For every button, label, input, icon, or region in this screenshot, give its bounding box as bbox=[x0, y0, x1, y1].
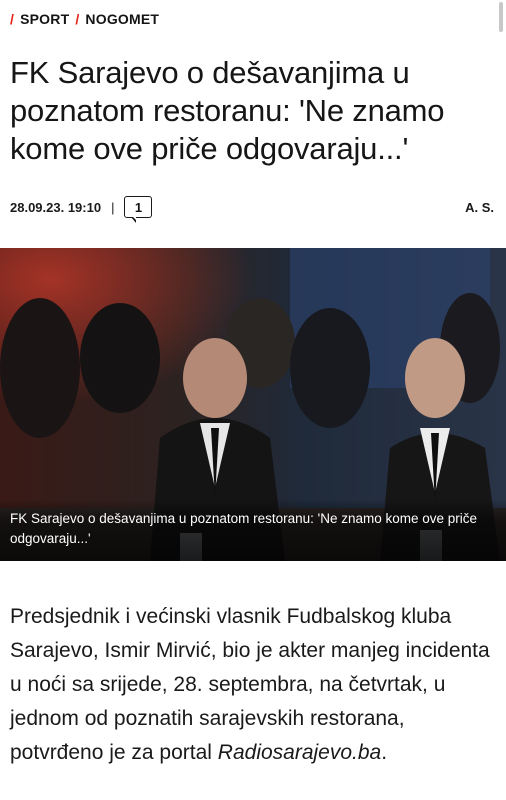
scrollbar[interactable] bbox=[499, 2, 503, 32]
source-link[interactable]: Radiosarajevo.ba bbox=[218, 741, 381, 764]
breadcrumb-separator: / bbox=[10, 11, 15, 27]
article-body: Predsjednik i većinski vlasnik Fudbalsko… bbox=[10, 600, 496, 770]
article-meta: 28.09.23. 19:10 | 1 A. S. bbox=[10, 192, 494, 223]
comment-bubble-icon[interactable]: 1 bbox=[124, 196, 153, 223]
breadcrumb-item-sport[interactable]: SPORT bbox=[20, 11, 69, 27]
article-body-end: . bbox=[381, 741, 388, 764]
publish-date: 28.09.23. 19:10 bbox=[10, 199, 102, 215]
meta-divider: | bbox=[111, 199, 115, 215]
breadcrumb: / SPORT / NOGOMET bbox=[10, 11, 159, 27]
article-title: FK Sarajevo o dešavanjima u poznatom res… bbox=[10, 55, 445, 166]
image-caption: FK Sarajevo o dešavanjima u poznatom res… bbox=[0, 499, 506, 561]
breadcrumb-separator: / bbox=[75, 11, 80, 27]
comment-count: 1 bbox=[134, 199, 143, 215]
article-image[interactable]: FK Sarajevo o dešavanjima u poznatom res… bbox=[0, 248, 506, 561]
breadcrumb-item-nogomet[interactable]: NOGOMET bbox=[85, 11, 159, 27]
author-name: A. S. bbox=[465, 199, 494, 215]
